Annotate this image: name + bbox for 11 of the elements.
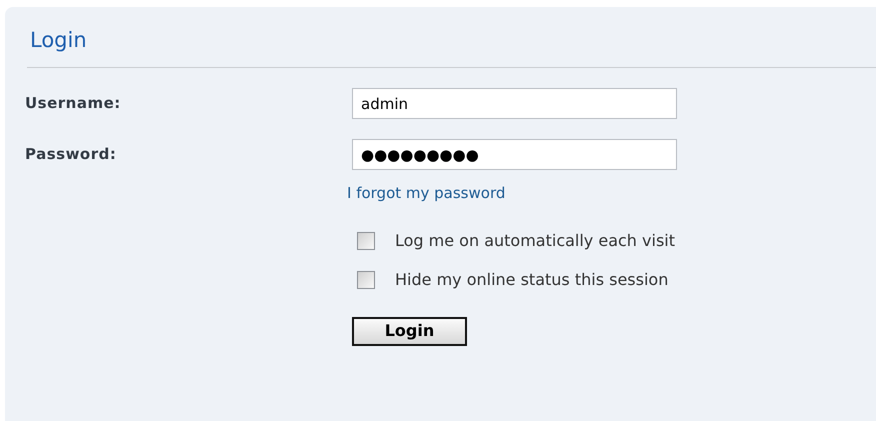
- forgot-password-link[interactable]: I forgot my password: [347, 182, 506, 204]
- field-label: Password:: [25, 144, 118, 166]
- field-label: Username:: [25, 93, 122, 114]
- option-label: Hide my online status this session: [395, 268, 668, 290]
- option-label: Log me on automatically each visit: [395, 230, 675, 252]
- checkbox[interactable]: [357, 232, 375, 250]
- input-field[interactable]: ●●●●●●●●●: [352, 139, 677, 170]
- checkbox[interactable]: [357, 270, 375, 288]
- panel-title: Login: [30, 27, 88, 54]
- input-field[interactable]: admin: [352, 88, 677, 119]
- login-button[interactable]: Login: [352, 316, 467, 346]
